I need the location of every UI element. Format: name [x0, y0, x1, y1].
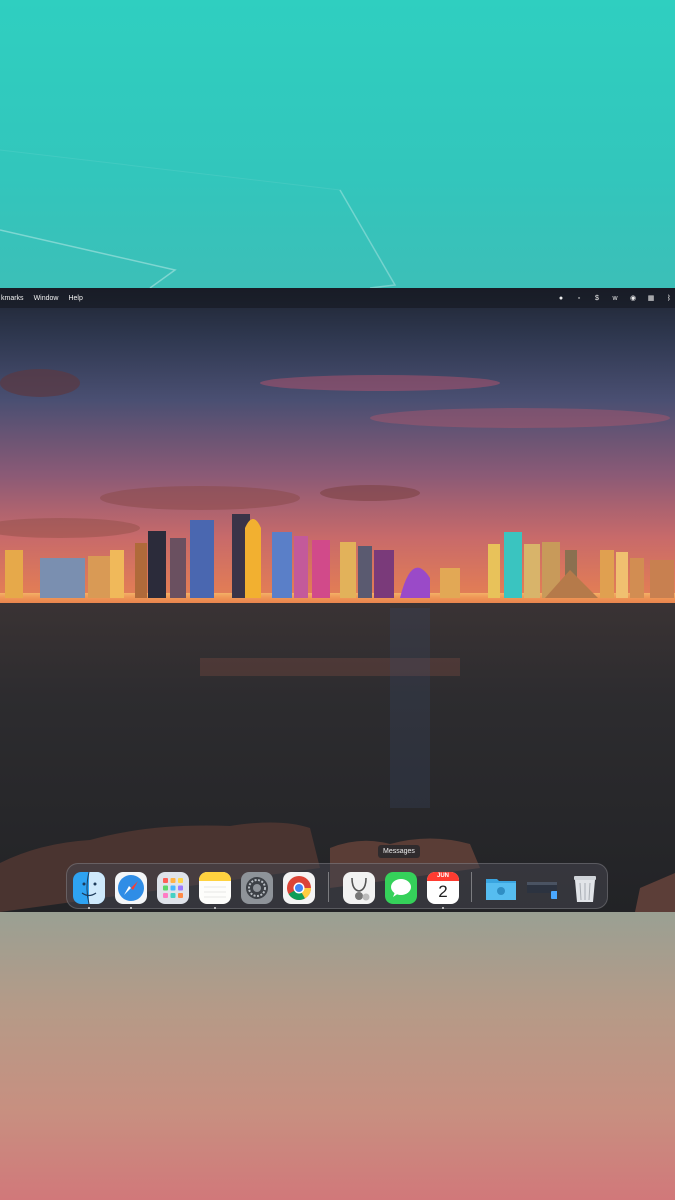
running-indicator	[88, 907, 90, 909]
target-icon[interactable]: ◉	[629, 294, 637, 302]
dock-divider	[471, 872, 472, 902]
minimized-window-icon[interactable]	[525, 872, 557, 904]
downloads-folder-icon[interactable]	[485, 872, 517, 904]
safari-icon[interactable]	[115, 872, 147, 904]
notes-icon[interactable]	[199, 872, 231, 904]
dock-divider	[328, 872, 329, 902]
dollar-icon[interactable]: $	[593, 294, 601, 302]
dropbox-icon[interactable]: ᴡ	[611, 294, 619, 302]
keyboard-icon[interactable]: ▦	[647, 294, 655, 302]
dock: JUN 2	[66, 863, 608, 909]
running-indicator	[442, 907, 444, 909]
top-teal-band	[0, 0, 675, 288]
menu-window[interactable]: Window	[34, 295, 59, 302]
preview-icon[interactable]	[343, 872, 375, 904]
trash-icon[interactable]	[569, 872, 601, 904]
calendar-month: JUN	[427, 872, 459, 881]
bottom-gradient-band	[0, 912, 675, 1200]
calendar-icon[interactable]: JUN 2	[427, 872, 459, 904]
system-settings-icon[interactable]	[241, 872, 273, 904]
chrome-icon[interactable]	[283, 872, 315, 904]
calendar-day: 2	[438, 882, 448, 901]
dock-tooltip: Messages	[378, 845, 420, 858]
desktop-screen: kmarks Window Help ● ▫ $ ᴡ ◉ ▦ ᛒ Message…	[0, 288, 675, 912]
menu-bookmarks[interactable]: kmarks	[1, 295, 24, 302]
screen-icon[interactable]: ▫	[575, 294, 583, 302]
running-indicator	[130, 907, 132, 909]
finder-icon[interactable]	[73, 872, 105, 904]
decorative-lines	[0, 149, 397, 288]
menu-help[interactable]: Help	[68, 295, 82, 302]
running-indicator	[214, 907, 216, 909]
bluetooth-icon[interactable]: ᛒ	[665, 294, 673, 302]
menu-bar: kmarks Window Help ● ▫ $ ᴡ ◉ ▦ ᛒ	[0, 288, 675, 308]
record-icon[interactable]: ●	[557, 294, 565, 302]
launchpad-icon[interactable]	[157, 872, 189, 904]
messages-icon[interactable]	[385, 872, 417, 904]
doha-skyline-wallpaper	[0, 369, 675, 912]
